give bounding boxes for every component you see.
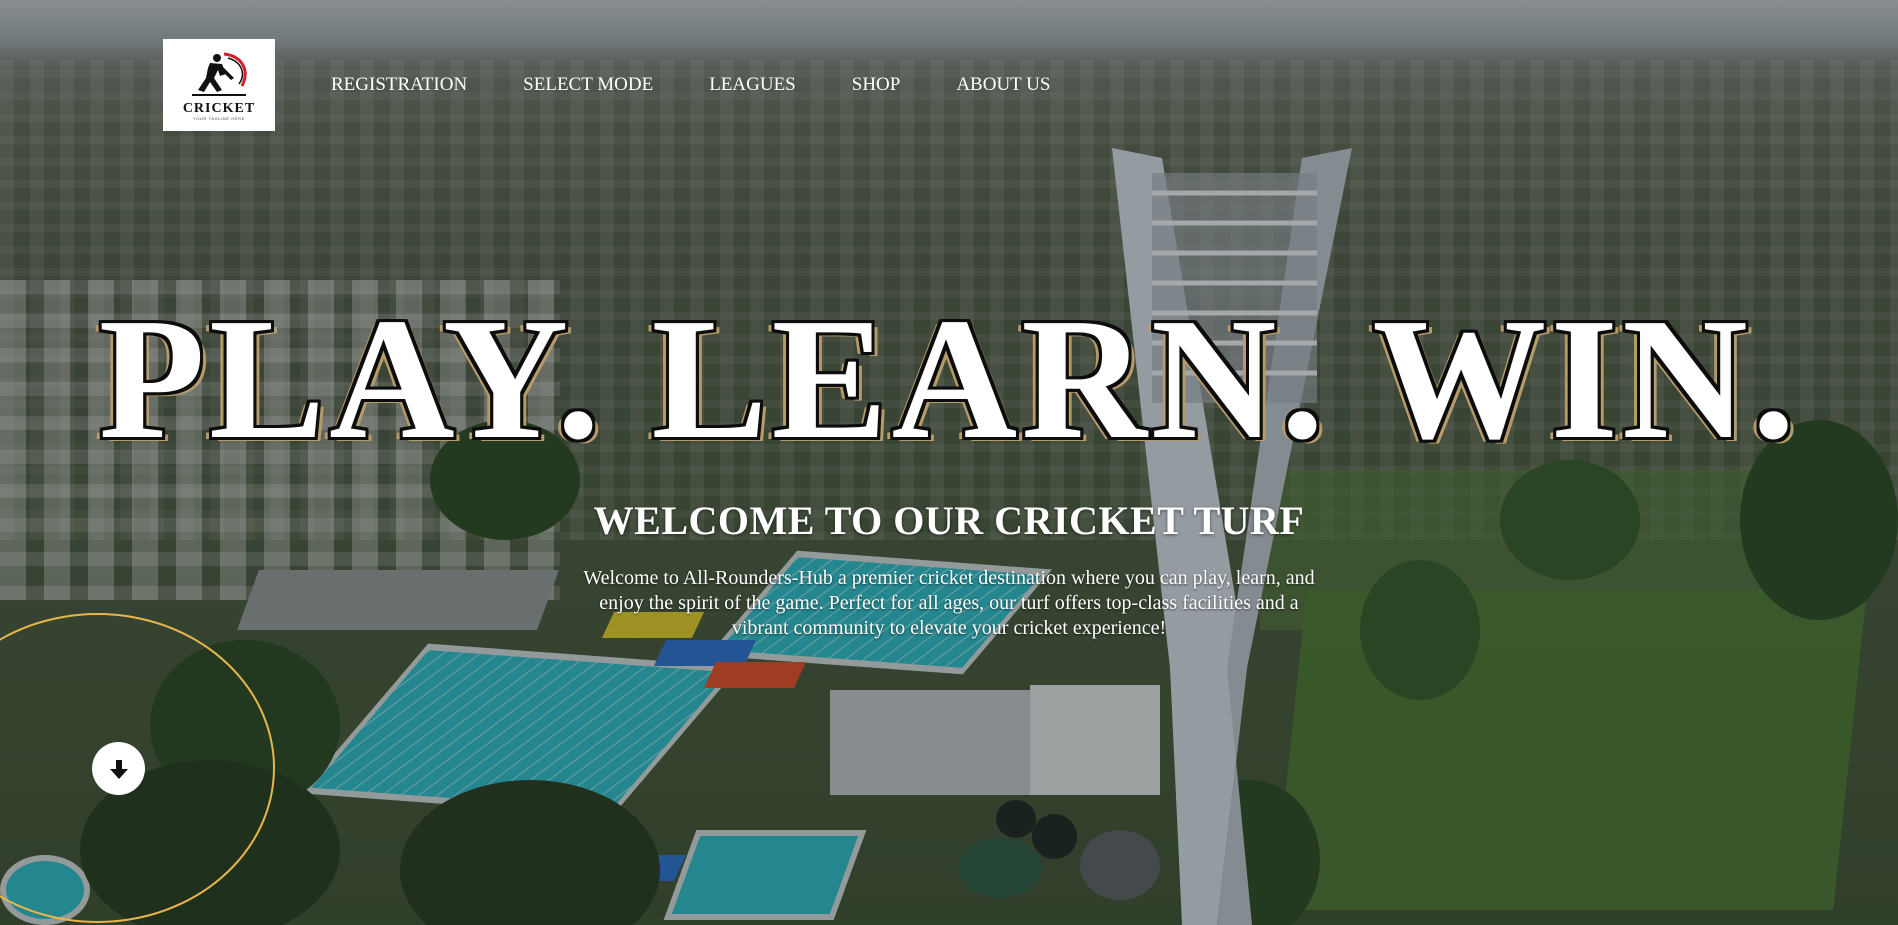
nav-about-us[interactable]: ABOUT US — [956, 74, 1050, 96]
nav-leagues[interactable]: LEAGUES — [709, 74, 796, 96]
nav-shop[interactable]: SHOP — [852, 74, 901, 96]
batsman-logo-icon — [192, 52, 247, 96]
main-nav: REGISTRATION SELECT MODE LEAGUES SHOP AB… — [331, 74, 1050, 96]
nav-select-mode[interactable]: SELECT MODE — [523, 74, 653, 96]
welcome-description: Welcome to All-Rounders-Hub a premier cr… — [583, 567, 1315, 639]
welcome-title: WELCOME TO OUR CRICKET TURF — [593, 498, 1305, 543]
scroll-down-button[interactable] — [92, 742, 145, 795]
nav-registration[interactable]: REGISTRATION — [331, 74, 467, 96]
logo-title: CRICKET — [182, 101, 256, 116]
site-logo[interactable]: CRICKET YOUR TAGLINE HERE — [163, 39, 275, 131]
logo-tagline: YOUR TAGLINE HERE — [193, 116, 245, 121]
hero-headline: PLAY. LEARN. WIN. — [98, 282, 1800, 475]
arrow-down-icon — [109, 759, 128, 779]
